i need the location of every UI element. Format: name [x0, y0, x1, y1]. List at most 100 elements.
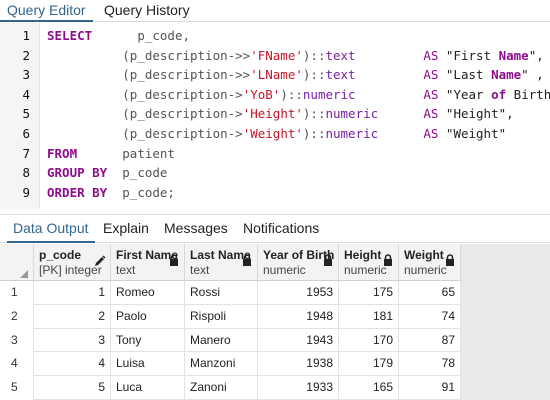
lock-icon [242, 253, 252, 266]
sql-alias: "Height", [445, 106, 514, 122]
lock-icon [383, 253, 393, 266]
table-cell[interactable]: Paolo [111, 304, 185, 329]
row-number[interactable]: 3 [0, 328, 34, 353]
table-row[interactable]: 3 3 Tony Manero 1943 170 87 [0, 328, 461, 353]
table-cell[interactable]: 3 [34, 328, 111, 353]
sql-cast: ):: [280, 86, 303, 102]
output-tab-bar: Data Output Explain Messages Notificatio… [0, 214, 550, 243]
table-cell[interactable]: 1 [34, 281, 111, 305]
line-number: 5 [22, 106, 30, 122]
row-number[interactable]: 2 [0, 304, 34, 329]
sql-keyword: SELECT [47, 28, 93, 43]
sql-string: 'LName' [250, 67, 303, 83]
table-cell[interactable]: Manero [185, 328, 258, 353]
table-cell[interactable]: 74 [399, 304, 461, 329]
sql-keyword: GROUP BY [47, 165, 108, 181]
result-grid: p_code [PK] integer First Name text Last Nam… [0, 244, 550, 400]
sql-alias: "Year [445, 86, 492, 102]
table-cell[interactable]: 1938 [258, 352, 339, 377]
column-name: Height [344, 248, 382, 262]
table-cell[interactable]: Luca [111, 376, 185, 400]
sql-cast: ):: [302, 106, 326, 122]
table-cell[interactable]: 181 [339, 304, 399, 329]
code-text: SELECT p_code, [47, 26, 190, 46]
sql-keyword: ORDER BY [47, 184, 108, 200]
sql-alias: "Last [445, 67, 492, 83]
sql-type: numeric [325, 126, 379, 141]
column-type: [PK] integer [39, 263, 102, 277]
column-header[interactable]: Last Name text [185, 244, 258, 281]
tab-query-history[interactable]: Query History [97, 0, 197, 22]
sql-alias: "First [445, 47, 499, 63]
table-cell[interactable]: 78 [399, 352, 461, 377]
line-number: 1 [22, 28, 30, 43]
sql-identifier: p_code, [137, 28, 190, 43]
table-cell[interactable]: 91 [399, 376, 461, 400]
table-cell[interactable]: 1948 [258, 304, 339, 329]
table-cell[interactable]: 175 [339, 281, 399, 305]
lock-icon [169, 253, 179, 266]
tab-explain[interactable]: Explain [97, 215, 155, 243]
sql-type: numeric [325, 106, 379, 122]
column-header[interactable]: Height numeric [339, 244, 399, 281]
table-cell[interactable]: Rossi [185, 281, 258, 305]
pencil-icon [94, 254, 106, 266]
table-cell[interactable]: 1953 [258, 281, 339, 305]
code-text: (p_description->>'FName')::text AS "Firs… [47, 46, 544, 66]
column-type: numeric [404, 263, 447, 277]
row-number[interactable]: 5 [0, 376, 34, 400]
sql-editor[interactable]: 1 SELECT p_code, 2 (p_description->>'FName… [0, 23, 550, 209]
sql-alias-keyword: Name [491, 67, 522, 83]
table-cell[interactable]: Rispoli [185, 304, 258, 329]
row-number[interactable]: 4 [0, 352, 34, 377]
select-all-corner[interactable] [0, 244, 34, 281]
code-text: (p_description->>'LName')::text AS "Last… [47, 65, 543, 85]
sql-as-keyword: AS [423, 126, 439, 141]
grid-empty-area [461, 244, 550, 400]
table-cell[interactable]: 87 [399, 328, 461, 353]
table-cell[interactable]: Romeo [111, 281, 185, 305]
code-text: ORDER BY p_code; [47, 183, 175, 203]
table-cell[interactable]: 179 [339, 352, 399, 377]
sql-identifier: p_code [122, 165, 168, 181]
table-cell[interactable]: Luisa [111, 352, 185, 377]
column-type: numeric [344, 263, 387, 277]
table-cell[interactable]: 4 [34, 352, 111, 377]
column-header[interactable]: Year of Birth numeric [258, 244, 339, 281]
sql-as-keyword: AS [423, 86, 439, 102]
column-header[interactable]: p_code [PK] integer [34, 244, 111, 281]
table-cell[interactable]: 170 [339, 328, 399, 353]
sql-expression: (p_description->> [122, 67, 251, 83]
sql-as-keyword: AS [423, 106, 439, 122]
table-row[interactable]: 1 1 Romeo Rossi 1953 175 65 [0, 281, 461, 305]
table-cell[interactable]: 165 [339, 376, 399, 400]
table-row[interactable]: 4 4 Luisa Manzoni 1938 179 78 [0, 352, 461, 377]
table-cell[interactable]: 1933 [258, 376, 339, 400]
table-cell[interactable]: Tony [111, 328, 185, 353]
column-header[interactable]: Weight numeric [399, 244, 461, 281]
sql-alias: "Weight" [445, 126, 507, 141]
table-row[interactable]: 2 2 Paolo Rispoli 1948 181 74 [0, 304, 461, 329]
select-all-triangle-icon [20, 270, 28, 278]
table-cell[interactable]: 1943 [258, 328, 339, 353]
editor-tab-bar: Query Editor Query History [0, 0, 550, 22]
sql-expression: (p_description->> [122, 47, 251, 63]
sql-alias: Birth", [513, 86, 550, 102]
table-cell[interactable]: Manzoni [185, 352, 258, 377]
tab-query-editor[interactable]: Query Editor [0, 0, 93, 22]
table-cell[interactable]: 65 [399, 281, 461, 305]
tab-notifications[interactable]: Notifications [237, 215, 325, 243]
table-row[interactable]: 5 5 Luca Zanoni 1933 165 91 [0, 376, 461, 400]
tab-messages[interactable]: Messages [158, 215, 234, 243]
row-number[interactable]: 1 [0, 281, 34, 305]
sql-expression: (p_description-> [122, 126, 243, 141]
column-type: text [190, 263, 210, 277]
tab-data-output[interactable]: Data Output [7, 215, 95, 243]
table-cell[interactable]: 5 [34, 376, 111, 400]
lock-icon [445, 253, 455, 266]
table-cell[interactable]: Zanoni [185, 376, 258, 400]
table-cell[interactable]: 2 [34, 304, 111, 329]
column-header[interactable]: First Name text [111, 244, 185, 281]
column-type: numeric [263, 263, 306, 277]
sql-as-keyword: AS [423, 47, 439, 63]
